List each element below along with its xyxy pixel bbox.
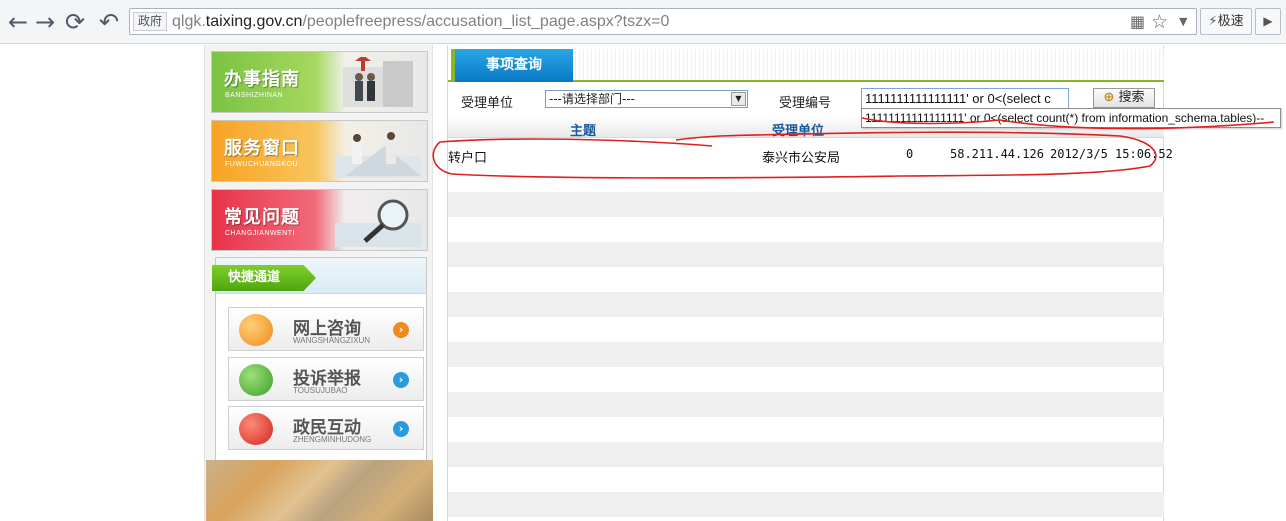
autumn-tree-photo bbox=[206, 460, 433, 521]
banner-banshi[interactable]: 办事指南 BANSHIZHINAN bbox=[211, 51, 428, 113]
cell-unit: 泰兴市公安局 bbox=[762, 151, 841, 166]
undo-icon[interactable]: ↶ bbox=[95, 8, 123, 36]
banner-changjian[interactable]: 常见问题 CHANGJIANWENTI bbox=[211, 189, 428, 251]
quick-item-complaint[interactable]: 投诉举报 TOUSUJUBAO › bbox=[228, 357, 424, 401]
chevron-down-icon[interactable]: ▼ bbox=[1179, 12, 1187, 32]
empty-row bbox=[448, 242, 1164, 267]
qr-code-icon[interactable]: ▦ bbox=[1130, 12, 1145, 32]
left-sidebar: 办事指南 BANSHIZHINAN 服务窗口 FUWUCHUANGKOU 常见问… bbox=[204, 45, 433, 521]
lightning-icon: ⚡ bbox=[1208, 14, 1218, 29]
user-icon bbox=[239, 364, 273, 396]
cell-count: 0 bbox=[906, 147, 914, 161]
cell-subject[interactable]: 转户口 bbox=[448, 147, 487, 166]
service-staff-illustration bbox=[335, 132, 421, 178]
empty-row bbox=[448, 492, 1164, 517]
office-people-illustration bbox=[343, 57, 413, 107]
unit-select[interactable]: ---请选择部门--- ▼ bbox=[545, 90, 748, 108]
empty-row bbox=[448, 392, 1164, 417]
code-input[interactable]: 1111111111111111' or 0<(select c bbox=[861, 88, 1069, 110]
results-table: 主题 受理单位 转户口 泰兴市公安局 0 58.211.44.126 2012/… bbox=[448, 116, 1173, 521]
back-icon[interactable]: ← bbox=[4, 8, 32, 36]
quick-access-panel: 快捷通道 网上咨询 WANGSHANGZIXUN › 投诉举报 TOUSUJUB… bbox=[212, 257, 427, 462]
empty-row bbox=[448, 292, 1164, 317]
chat-icon bbox=[239, 413, 273, 445]
tab-bar: 事项查询 bbox=[448, 49, 1164, 82]
site-category-tag: 政府 bbox=[133, 12, 168, 31]
quick-item-interaction[interactable]: 政民互动 ZHENGMINHUDONG › bbox=[228, 406, 424, 450]
arrow-right-icon: › bbox=[393, 421, 409, 437]
chevron-down-icon[interactable]: ▼ bbox=[731, 92, 746, 106]
quick-access-title: 快捷通道 bbox=[212, 265, 316, 291]
browser-toolbar: ← → ⟳ ↶ 政府 qlgk.taixing.gov.cn/peoplefre… bbox=[0, 0, 1286, 44]
arrow-right-icon: › bbox=[393, 372, 409, 388]
cell-ip: 58.211.44.126 bbox=[950, 147, 1044, 161]
table-row[interactable]: 转户口 泰兴市公安局 0 58.211.44.126 2012/3/5 15:0… bbox=[448, 142, 1173, 167]
search-button[interactable]: ⊕ 搜索 bbox=[1093, 88, 1155, 108]
empty-row bbox=[448, 342, 1164, 367]
quick-item-online-consult[interactable]: 网上咨询 WANGSHANGZIXUN › bbox=[228, 307, 424, 351]
speed-mode-button[interactable]: ⚡极速 bbox=[1200, 8, 1252, 35]
empty-row bbox=[448, 192, 1164, 217]
magnifier-icon bbox=[335, 199, 421, 247]
star-icon[interactable]: ☆ bbox=[1151, 12, 1168, 32]
header-unit[interactable]: 受理单位 bbox=[772, 120, 824, 139]
play-icon[interactable]: ▶ bbox=[1255, 8, 1281, 35]
unit-label: 受理单位 bbox=[461, 96, 514, 111]
banner-fuwu[interactable]: 服务窗口 FUWUCHUANGKOU bbox=[211, 120, 428, 182]
code-label: 受理编号 bbox=[779, 96, 832, 111]
url-text[interactable]: qlgk.taixing.gov.cn/peoplefreepress/accu… bbox=[172, 12, 669, 32]
tab-item-query[interactable]: 事项查询 bbox=[451, 49, 573, 82]
autocomplete-suggestion[interactable]: 11111111111111111' or 0<(select count(*)… bbox=[861, 108, 1281, 128]
refresh-icon[interactable]: ⟳ bbox=[61, 8, 89, 36]
address-bar[interactable]: 政府 qlgk.taixing.gov.cn/peoplefreepress/a… bbox=[129, 8, 1197, 35]
forward-icon[interactable]: → bbox=[31, 8, 59, 36]
monitor-icon bbox=[239, 314, 273, 346]
empty-row bbox=[448, 442, 1164, 467]
header-subject[interactable]: 主题 bbox=[570, 120, 596, 139]
search-icon: ⊕ bbox=[1103, 90, 1115, 105]
arrow-right-icon: › bbox=[393, 322, 409, 338]
cell-time: 2012/3/5 15:06:52 bbox=[1050, 147, 1173, 161]
quick-access-header: 快捷通道 bbox=[212, 258, 426, 294]
